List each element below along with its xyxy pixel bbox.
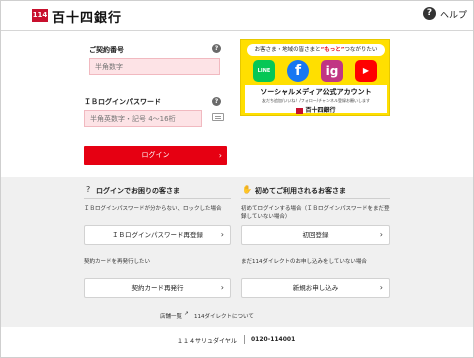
new-application-label: 新規お申し込み	[292, 284, 339, 292]
banner-caption: ソーシャルメディア公式アカウント 友だち追加/いいね！/フォロー/チャンネル登録…	[245, 85, 387, 114]
banner-logo-text: 百十四銀行	[305, 107, 336, 114]
login-trouble-title: ログインでお困りの客さま	[96, 187, 180, 195]
handshake-icon: ✋	[242, 185, 252, 194]
youtube-icon[interactable]: ▶	[355, 60, 377, 82]
banner-logo: 百十四銀行	[245, 105, 387, 114]
card-reissue-button[interactable]: 契約カード再発行 ›	[84, 278, 231, 298]
contract-number-input[interactable]	[89, 58, 220, 75]
help-section	[1, 177, 473, 327]
banner-subtitle: 友だち追加/いいね！/フォロー/チャンネル登録お願いします	[262, 98, 370, 103]
bank-logo-text[interactable]: 百十四銀行	[52, 7, 122, 26]
first-register-button[interactable]: 初回登録 ›	[241, 225, 390, 245]
card-reissue-desc: 契約カードを再発行したい	[84, 259, 151, 265]
bank-logo-mark[interactable]: 114	[32, 9, 48, 22]
store-list-link[interactable]: 店舗一覧	[160, 312, 182, 320]
login-button-label: ログイン	[141, 151, 170, 159]
question-circle-icon[interactable]: ?	[423, 7, 436, 20]
line-icon[interactable]: LINE	[253, 60, 275, 82]
chevron-right-icon: ›	[220, 230, 224, 239]
bank-mark-icon	[296, 107, 304, 114]
password-label: ＩＢログインパスワード	[84, 98, 161, 106]
password-input[interactable]	[84, 110, 202, 127]
password-reregister-button[interactable]: ＩＢログインパスワード再登録 ›	[84, 225, 231, 245]
phone-number[interactable]: 0120-114001	[251, 336, 295, 343]
password-help-icon[interactable]: ?	[212, 97, 221, 106]
login-button[interactable]: ログイン ›	[84, 146, 227, 165]
banner-tagline-start: お客さま・地域の皆さまと	[254, 47, 321, 53]
banner-tagline-end: つながりたい	[344, 47, 378, 53]
right-divider	[241, 198, 390, 199]
banner-tagline: お客さま・地域の皆さまと“もっと”つながりたい	[247, 44, 385, 56]
chevron-right-icon: ›	[218, 151, 222, 160]
contract-number-label: ご契約番号	[89, 46, 124, 54]
first-time-title: 初めてご利用されるお客さま	[255, 187, 346, 195]
card-reissue-label: 契約カード再発行	[131, 284, 184, 292]
header: 114 百十四銀行 ? ヘルプ	[1, 1, 473, 31]
contract-help-icon[interactable]: ?	[212, 44, 221, 53]
banner-title: ソーシャルメディア公式アカウント	[260, 88, 372, 96]
phone-separator	[244, 335, 245, 344]
chevron-right-icon: ›	[220, 283, 224, 292]
banner-tagline-highlight: “もっと”	[320, 47, 345, 53]
facebook-icon[interactable]: f	[287, 60, 309, 82]
chevron-right-icon: ›	[379, 230, 383, 239]
about-link[interactable]: 114ダイレクトについて	[194, 312, 254, 320]
left-divider	[84, 198, 231, 199]
new-application-desc: まだ114ダイレクトのお申し込みをしていない場合	[241, 259, 367, 265]
external-link-icon: ↗	[184, 311, 189, 317]
help-link[interactable]: ヘルプ	[440, 8, 467, 21]
keyboard-icon[interactable]	[212, 113, 224, 121]
password-forgot-desc: ＩＢログインパスワードが分からない、ロックした場合	[84, 206, 222, 212]
instagram-icon[interactable]: ig	[321, 60, 343, 82]
first-register-label: 初回登録	[302, 231, 329, 239]
first-login-desc: 初めてログインする場合（ＩＢログインパスワードをまだ登録していない場合）	[241, 206, 390, 220]
chevron-right-icon: ›	[379, 283, 383, 292]
new-application-button[interactable]: 新規お申し込み ›	[241, 278, 390, 298]
social-media-banner[interactable]: お客さま・地域の皆さまと“もっと”つながりたい LINE f ig ▶ ソーシャ…	[240, 39, 390, 116]
password-reregister-label: ＩＢログインパスワード再登録	[112, 231, 203, 239]
dial-label: １１４サリュダイヤル	[177, 338, 237, 345]
question-icon: ?	[86, 185, 91, 194]
